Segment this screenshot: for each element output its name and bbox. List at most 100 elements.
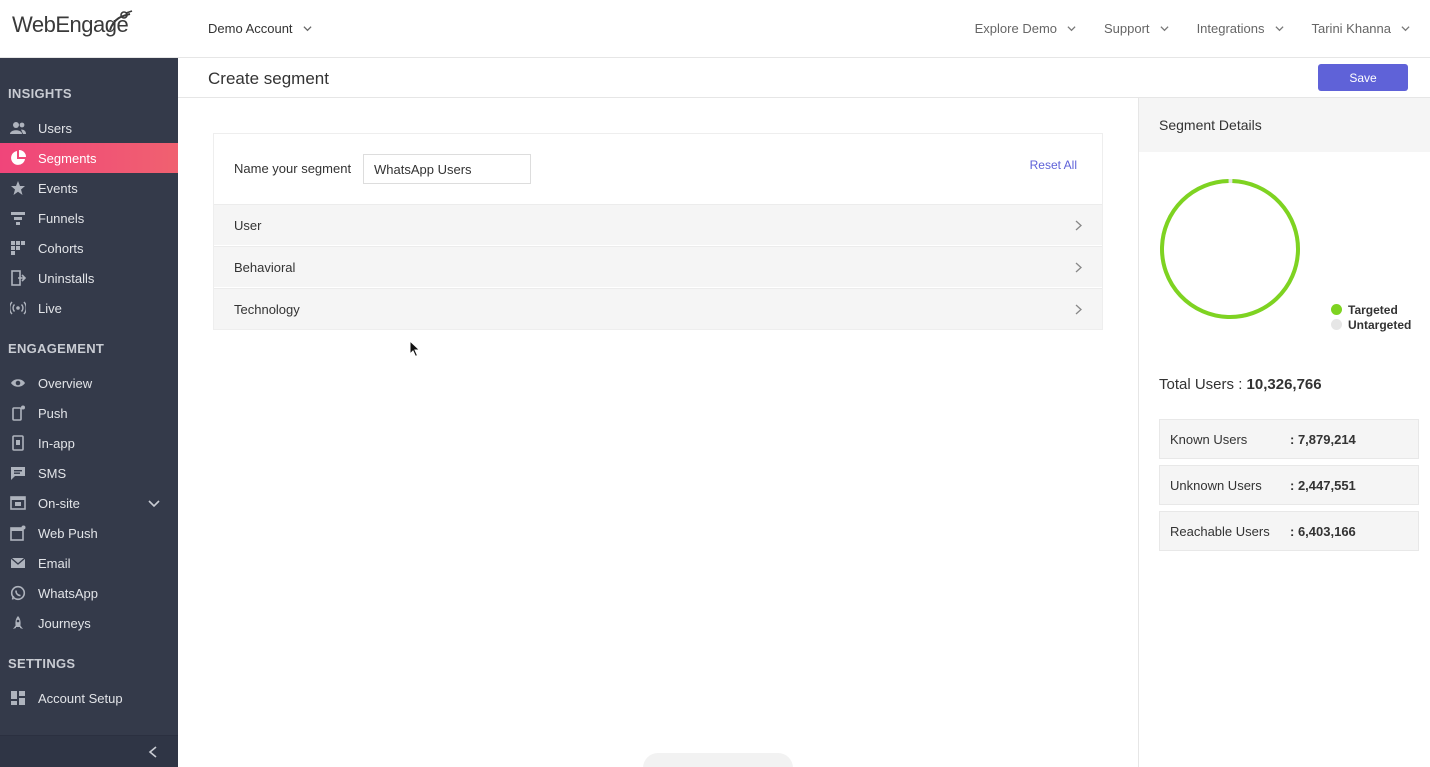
- exit-icon: [11, 270, 26, 286]
- segment-card: Name your segment Reset All User Behavio…: [213, 133, 1103, 330]
- sidebar-item-email[interactable]: Email: [0, 548, 178, 578]
- window-icon: [10, 496, 26, 510]
- chat-icon: [11, 467, 25, 480]
- segment-details-header: Segment Details: [1139, 98, 1430, 152]
- star-icon: [11, 181, 25, 195]
- account-name: Demo Account: [208, 21, 293, 36]
- sidebar-item-funnels[interactable]: Funnels: [0, 203, 178, 233]
- whatsapp-icon: [10, 585, 26, 601]
- legend-dot: [1331, 304, 1342, 315]
- stat-unknown-users: Unknown Users : 2,447,551: [1159, 465, 1419, 505]
- filter-section-label: Technology: [234, 302, 300, 317]
- chart-legend: Targeted Untargeted: [1331, 302, 1411, 332]
- bottom-floating-pill[interactable]: [643, 753, 793, 767]
- sidebar-item-uninstalls[interactable]: Uninstalls: [0, 263, 178, 293]
- sidebar-item-label: On-site: [38, 496, 80, 511]
- chevron-right-icon: [1075, 220, 1082, 231]
- nav-user-menu[interactable]: Tarini Khanna: [1312, 21, 1411, 36]
- stat-reachable-users: Reachable Users : 6,403,166: [1159, 511, 1419, 551]
- page-title: Create segment: [208, 69, 329, 88]
- sidebar-item-live[interactable]: Live: [0, 293, 178, 323]
- funnel-icon: [11, 212, 25, 225]
- chevron-down-icon: [1274, 26, 1284, 32]
- chevron-down-icon[interactable]: [148, 497, 160, 509]
- mobile-icon: [12, 405, 25, 421]
- sidebar-item-journeys[interactable]: Journeys: [0, 608, 178, 638]
- filter-section-user[interactable]: User: [214, 204, 1102, 245]
- nav-label: Tarini Khanna: [1311, 21, 1392, 36]
- segment-name-input[interactable]: [363, 154, 531, 184]
- mouse-cursor-icon: [409, 340, 421, 358]
- save-button[interactable]: Save: [1318, 64, 1408, 91]
- sidebar-item-on-site[interactable]: On-site: [0, 488, 178, 518]
- sidebar-item-label: Overview: [38, 376, 93, 391]
- chevron-left-icon: [148, 746, 157, 758]
- sidebar-item-events[interactable]: Events: [0, 173, 178, 203]
- top-nav: Explore Demo Support Integrations Tarini…: [975, 21, 1410, 36]
- stat-known-users: Known Users : 7,879,214: [1159, 419, 1419, 459]
- sidebar: INSIGHTS Users Segments Events Funnels C…: [0, 58, 178, 767]
- sidebar-item-label: Live: [38, 301, 62, 316]
- sidebar-item-overview[interactable]: Overview: [0, 368, 178, 398]
- filter-section-label: User: [234, 218, 262, 233]
- page-header: Create segment Save: [178, 58, 1430, 98]
- stat-value: : 2,447,551: [1290, 478, 1356, 493]
- chevron-right-icon: [1075, 304, 1082, 315]
- chevron-down-icon: [1401, 26, 1410, 32]
- sidebar-item-label: In-app: [38, 436, 75, 451]
- filter-section-technology[interactable]: Technology: [214, 288, 1102, 329]
- sidebar-item-label: Events: [38, 181, 78, 196]
- sidebar-item-in-app[interactable]: In-app: [0, 428, 178, 458]
- legend-label: Targeted: [1348, 302, 1398, 317]
- broadcast-icon: [10, 301, 26, 315]
- total-users-label: Total Users :: [1159, 376, 1247, 393]
- sidebar-item-users[interactable]: Users: [0, 113, 178, 143]
- section-title-insights: INSIGHTS: [8, 86, 72, 101]
- stat-value: : 7,879,214: [1290, 432, 1356, 447]
- legend-item-untargeted: Untargeted: [1331, 317, 1411, 332]
- chevron-down-icon: [1160, 26, 1169, 32]
- reset-all-link[interactable]: Reset All: [1030, 158, 1077, 172]
- sidebar-item-web-push[interactable]: Web Push: [0, 518, 178, 548]
- segment-details-title: Segment Details: [1159, 117, 1262, 133]
- sidebar-item-whatsapp[interactable]: WhatsApp: [0, 578, 178, 608]
- sidebar-item-label: Funnels: [38, 211, 85, 226]
- sidebar-item-segments[interactable]: Segments: [0, 143, 178, 173]
- nav-label: Integrations: [1196, 21, 1265, 36]
- sidebar-item-label: Uninstalls: [38, 271, 95, 286]
- sidebar-item-label: Account Setup: [38, 691, 123, 706]
- sidebar-item-cohorts[interactable]: Cohorts: [0, 233, 178, 263]
- mail-icon: [10, 557, 26, 568]
- sidebar-item-sms[interactable]: SMS: [0, 458, 178, 488]
- segment-name-label: Name your segment: [234, 161, 352, 176]
- sidebar-item-label: Web Push: [38, 526, 98, 541]
- sidebar-item-label: Email: [38, 556, 71, 571]
- sidebar-item-push[interactable]: Push: [0, 398, 178, 428]
- sidebar-item-label: Cohorts: [38, 241, 84, 256]
- nav-label: Explore Demo: [974, 21, 1058, 36]
- sidebar-item-label: WhatsApp: [38, 586, 98, 601]
- section-title-engagement: ENGAGEMENT: [8, 341, 105, 356]
- targeting-donut-chart: [1160, 179, 1300, 319]
- nav-integrations[interactable]: Integrations: [1197, 21, 1284, 36]
- nav-label: Support: [1104, 21, 1150, 36]
- stat-value: : 6,403,166: [1290, 524, 1356, 539]
- stat-label: Known Users: [1170, 432, 1248, 447]
- sidebar-collapse-bar[interactable]: [0, 735, 178, 767]
- sidebar-item-account-setup[interactable]: Account Setup: [0, 683, 178, 713]
- chevron-right-icon: [1075, 262, 1082, 273]
- legend-label: Untargeted: [1348, 317, 1412, 332]
- sidebar-item-label: Users: [38, 121, 72, 136]
- nav-support[interactable]: Support: [1104, 21, 1169, 36]
- account-switcher[interactable]: Demo Account: [208, 21, 312, 36]
- browser-notification-icon: [10, 525, 26, 541]
- sidebar-item-label: Push: [38, 406, 68, 421]
- rocket-icon: [13, 616, 23, 629]
- grid-icon: [11, 241, 25, 255]
- pie-chart-icon: [11, 150, 26, 165]
- sidebar-item-label: Journeys: [38, 616, 91, 631]
- filter-section-behavioral[interactable]: Behavioral: [214, 246, 1102, 287]
- stat-label: Unknown Users: [1170, 478, 1262, 493]
- nav-explore-demo[interactable]: Explore Demo: [975, 21, 1076, 36]
- total-users: Total Users : 10,326,766: [1159, 376, 1322, 393]
